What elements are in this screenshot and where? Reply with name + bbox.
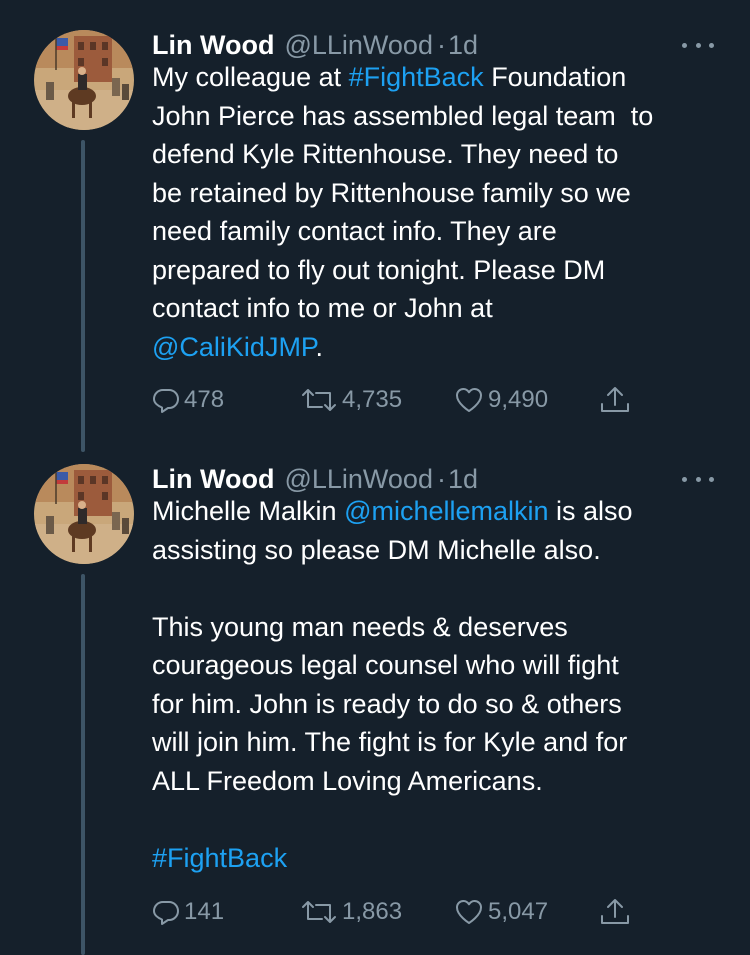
share-icon	[598, 897, 632, 927]
share-icon	[598, 385, 632, 415]
thread-line	[81, 574, 85, 955]
thread-line	[81, 140, 85, 452]
hashtag-link[interactable]: #FightBack	[152, 843, 287, 873]
mention-link[interactable]: @michellemalkin	[344, 496, 548, 526]
tweet-text: My colleague at #FightBack Foundation Jo…	[152, 58, 732, 366]
timestamp[interactable]: 1d	[448, 30, 478, 61]
reply-count: 478	[184, 386, 225, 413]
like-button[interactable]: 9,490	[454, 380, 548, 420]
reply-icon	[152, 898, 180, 926]
tweet-actions: 141 1,863 5,047	[152, 892, 652, 932]
separator: ·	[436, 464, 446, 494]
more-icon[interactable]	[682, 474, 714, 484]
reply-icon	[152, 386, 180, 414]
like-count: 9,490	[488, 386, 549, 413]
more-icon[interactable]	[682, 40, 714, 50]
tweet-text: Michelle Malkin @michellemalkin is also …	[152, 492, 732, 877]
text-segment: Foundation John Pierce has assembled leg…	[152, 62, 654, 323]
text-segment: Michelle Malkin	[152, 496, 345, 526]
heart-icon	[454, 898, 484, 926]
retweet-icon	[300, 898, 338, 926]
avatar[interactable]	[34, 30, 134, 130]
separator: ·	[436, 30, 446, 60]
like-count: 5,047	[488, 898, 549, 925]
retweet-icon	[300, 386, 338, 414]
heart-icon	[454, 386, 484, 414]
reply-button[interactable]: 478	[152, 380, 224, 420]
author-name[interactable]: Lin Wood	[152, 30, 274, 61]
mention-link[interactable]: @CaliKidJMP	[152, 332, 315, 362]
retweet-count: 4,735	[342, 386, 403, 413]
timestamp[interactable]: 1d	[448, 464, 478, 495]
author-name[interactable]: Lin Wood	[152, 464, 274, 495]
reply-button[interactable]: 141	[152, 892, 224, 932]
text-segment: My colleague at	[152, 62, 349, 92]
retweet-button[interactable]: 1,863	[300, 892, 402, 932]
retweet-button[interactable]: 4,735	[300, 380, 402, 420]
share-button[interactable]	[598, 380, 632, 420]
text-segment: .	[315, 331, 323, 362]
like-button[interactable]: 5,047	[454, 892, 548, 932]
avatar[interactable]	[34, 464, 134, 564]
text-segment: is also assisting so please DM Michelle …	[152, 496, 633, 796]
reply-count: 141	[184, 898, 225, 925]
hashtag-link[interactable]: #FightBack	[349, 62, 484, 92]
author-handle[interactable]: @LLinWood	[284, 464, 433, 495]
author-handle[interactable]: @LLinWood	[284, 30, 433, 61]
tweet-actions: 478 4,735 9,490	[152, 380, 652, 420]
share-button[interactable]	[598, 892, 632, 932]
retweet-count: 1,863	[342, 898, 403, 925]
